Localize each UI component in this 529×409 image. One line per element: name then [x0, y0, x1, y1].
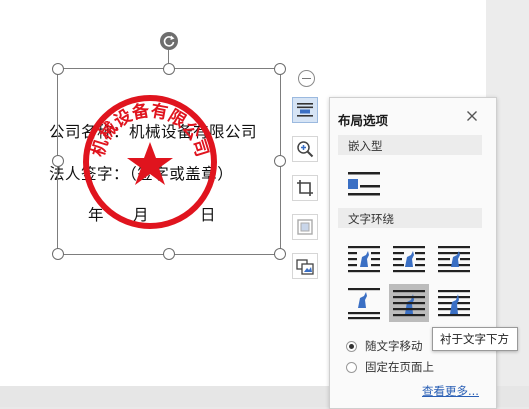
- wrap-inline-option[interactable]: [344, 166, 384, 204]
- resize-handle-left[interactable]: [52, 155, 64, 167]
- resize-handle-right[interactable]: [274, 155, 286, 167]
- fill-frame-button[interactable]: [292, 214, 318, 240]
- crop-icon: [297, 180, 313, 196]
- layout-options-icon: [297, 103, 313, 117]
- panel-title: 布局选项: [338, 113, 389, 128]
- wrap-section-label: 文字环绕: [348, 212, 394, 226]
- collapse-toolbar-button[interactable]: [298, 70, 315, 87]
- resize-handle-bottom[interactable]: [163, 248, 175, 260]
- wrap-through-option[interactable]: [434, 241, 474, 279]
- wrap-in-front-option[interactable]: [434, 284, 474, 322]
- close-icon[interactable]: [464, 108, 480, 124]
- selection-frame[interactable]: [57, 68, 281, 255]
- tooltip-text: 衬于文字下方: [440, 332, 509, 346]
- resize-handle-top-left[interactable]: [52, 63, 64, 75]
- wrap-option-tooltip: 衬于文字下方: [432, 327, 518, 351]
- inline-section-label: 嵌入型: [348, 139, 383, 153]
- wrap-tight-option[interactable]: [389, 241, 429, 279]
- inline-section-header: 嵌入型: [338, 135, 482, 155]
- rotate-stem: [168, 50, 169, 63]
- resize-handle-top[interactable]: [163, 63, 175, 75]
- move-with-text-label: 随文字移动: [365, 339, 423, 353]
- resize-handle-top-right[interactable]: [274, 63, 286, 75]
- resize-handle-bottom-left[interactable]: [52, 248, 64, 260]
- wrap-section-header: 文字环绕: [338, 208, 482, 228]
- zoom-in-icon: [297, 141, 314, 158]
- wrap-top-bottom-option[interactable]: [344, 284, 384, 322]
- change-picture-button[interactable]: [292, 253, 318, 279]
- fill-frame-icon: [297, 219, 313, 235]
- wrap-square-option[interactable]: [344, 241, 384, 279]
- layout-options-panel: 布局选项 嵌入型 文字环绕 随文字移动 固定在页面上 查看更多...: [329, 97, 497, 409]
- crop-button[interactable]: [292, 175, 318, 201]
- move-with-text-radio[interactable]: [346, 341, 357, 352]
- wrap-behind-text-option[interactable]: [389, 284, 429, 322]
- see-more-link[interactable]: 查看更多...: [422, 383, 479, 399]
- resize-handle-bottom-right[interactable]: [274, 248, 286, 260]
- rotate-handle-icon[interactable]: [160, 32, 178, 50]
- fix-on-page-radio[interactable]: [346, 362, 357, 373]
- change-picture-icon: [296, 259, 314, 275]
- layout-options-button[interactable]: [292, 97, 318, 123]
- fix-on-page-label: 固定在页面上: [365, 360, 434, 374]
- zoom-in-button[interactable]: [292, 136, 318, 162]
